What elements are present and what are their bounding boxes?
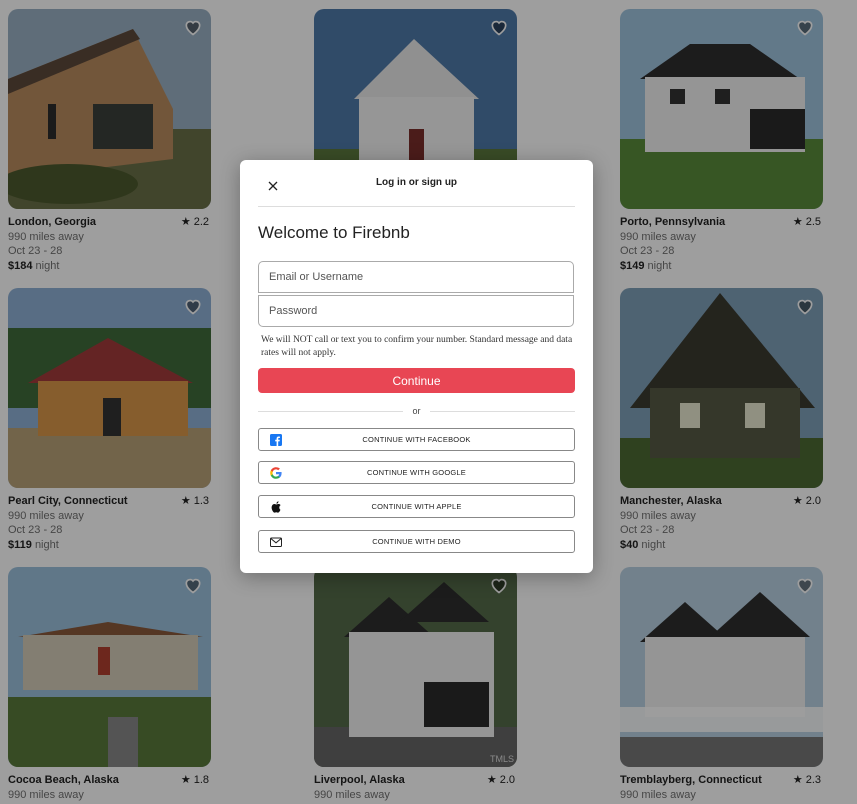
continue-with-apple-button[interactable]: CONTINUE WITH APPLE xyxy=(258,495,575,518)
login-modal: Log in or sign up Welcome to Firebnb We … xyxy=(240,160,593,573)
welcome-heading: Welcome to Firebnb xyxy=(258,223,410,242)
apple-button-label: CONTINUE WITH APPLE xyxy=(371,502,462,511)
continue-with-google-button[interactable]: CONTINUE WITH GOOGLE xyxy=(258,461,575,484)
sms-disclaimer: We will NOT call or text you to confirm … xyxy=(261,335,573,358)
password-input[interactable] xyxy=(258,295,574,327)
modal-header: Log in or sign up xyxy=(258,160,575,207)
facebook-button-label: CONTINUE WITH FACEBOOK xyxy=(362,435,471,444)
email-input[interactable] xyxy=(258,261,574,293)
demo-button-label: CONTINUE WITH DEMO xyxy=(372,537,461,546)
or-divider: or xyxy=(258,405,575,417)
google-button-label: CONTINUE WITH GOOGLE xyxy=(366,468,466,477)
modal-title: Log in or sign up xyxy=(375,177,458,188)
continue-with-demo-button[interactable]: CONTINUE WITH DEMO xyxy=(258,530,575,553)
continue-with-facebook-button[interactable]: CONTINUE WITH FACEBOOK xyxy=(258,428,575,451)
continue-button[interactable]: Continue xyxy=(258,368,575,393)
